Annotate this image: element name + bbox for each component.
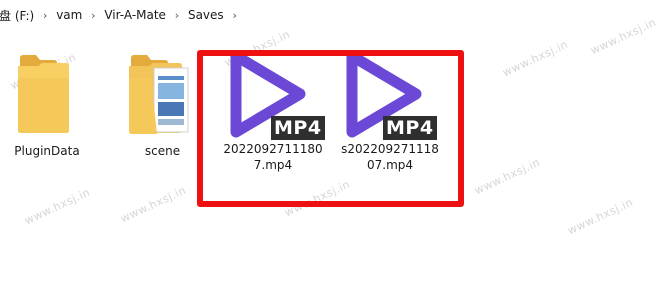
file-name-line1: 2022092711180 <box>223 142 323 156</box>
watermark-text: www.hxsj.in <box>472 155 543 198</box>
file-name-line1: s202209271118 <box>341 142 439 156</box>
breadcrumb-saves[interactable]: Saves <box>187 8 225 22</box>
breadcrumb-vir-a-mate[interactable]: Vir-A-Mate <box>103 8 167 22</box>
file-name: PluginData <box>14 144 80 158</box>
file-name-line2: 7.mp4 <box>253 158 293 172</box>
file-name-line2: 07.mp4 <box>366 158 414 172</box>
breadcrumb-vam[interactable]: vam <box>55 8 83 22</box>
file-list-area[interactable]: www.hxsj.in www.hxsj.in www.hxsj.in www.… <box>0 16 666 282</box>
watermark-text: www.hxsj.in <box>565 195 636 238</box>
watermark-text: www.hxsj.in <box>22 185 93 228</box>
watermark-text: www.hxsj.in <box>500 37 571 80</box>
breadcrumb-drive[interactable]: 盘 (F:) <box>0 7 35 24</box>
folder-icon <box>18 55 69 133</box>
chevron-right-icon[interactable]: › <box>83 9 103 22</box>
mp4-badge: MP4 <box>383 116 437 140</box>
watermark-text: www.hxsj.in <box>118 183 189 226</box>
file-item-scene[interactable]: scene <box>115 30 210 170</box>
chevron-right-icon[interactable]: › <box>225 9 245 22</box>
address-breadcrumb[interactable]: 盘 (F:) › vam › Vir-A-Mate › Saves › <box>0 0 666 30</box>
folder-icon <box>129 55 189 134</box>
file-item-plugindata[interactable]: PluginData <box>2 30 92 170</box>
chevron-right-icon[interactable]: › <box>167 9 187 22</box>
file-name: scene <box>144 144 181 158</box>
file-item-video-1[interactable]: MP4 2022092711180 7.mp4 <box>218 30 328 190</box>
file-item-video-2[interactable]: MP4 s202209271118 07.mp4 <box>335 30 445 190</box>
chevron-right-icon[interactable]: › <box>35 9 55 22</box>
mp4-badge: MP4 <box>271 116 325 140</box>
